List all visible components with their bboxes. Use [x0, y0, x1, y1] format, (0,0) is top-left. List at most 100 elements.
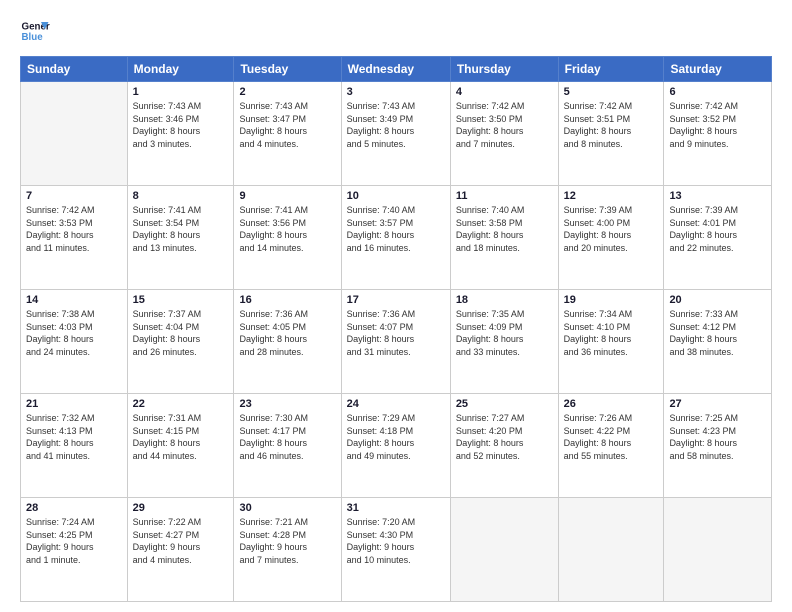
- weekday-tuesday: Tuesday: [234, 57, 341, 82]
- calendar-cell: 8Sunrise: 7:41 AM Sunset: 3:54 PM Daylig…: [127, 186, 234, 290]
- day-info: Sunrise: 7:30 AM Sunset: 4:17 PM Dayligh…: [239, 412, 335, 462]
- day-info: Sunrise: 7:21 AM Sunset: 4:28 PM Dayligh…: [239, 516, 335, 566]
- calendar-cell: 23 Sunrise: 7:30 AM Sunset: 4:17 PM Dayli…: [234, 394, 341, 498]
- calendar-cell: 9 Sunrise: 7:41 AM Sunset: 3:56 PM Daylig…: [234, 186, 341, 290]
- calendar-cell: [558, 498, 664, 602]
- day-number: 1: [133, 86, 229, 98]
- day-number: 19: [564, 294, 659, 306]
- calendar-cell: 5 Sunrise: 7:42 AM Sunset: 3:51 PM Daylig…: [558, 82, 664, 186]
- calendar-cell: 3Sunrise: 7:43 AM Sunset: 3:49 PM Daylig…: [341, 82, 450, 186]
- day-info: Sunrise: 7:42 AM Sunset: 3:52 PM Dayligh…: [669, 100, 766, 150]
- day-info: Sunrise: 7:41 AM Sunset: 3:56 PM Dayligh…: [239, 204, 335, 254]
- calendar-cell: 22 Sunrise: 7:31 AM Sunset: 4:15 PM Dayli…: [127, 394, 234, 498]
- day-info: Sunrise: 7:40 AM Sunset: 3:57 PM Dayligh…: [347, 204, 445, 254]
- calendar-cell: 18 Sunrise: 7:35 AM Sunset: 4:09 PM Dayli…: [450, 290, 558, 394]
- day-number: 13: [669, 190, 766, 202]
- calendar-cell: [21, 82, 128, 186]
- day-number: 18: [456, 294, 553, 306]
- calendar-cell: 11 Sunrise: 7:40 AM Sunset: 3:58 PM Dayli…: [450, 186, 558, 290]
- weekday-sunday: Sunday: [21, 57, 128, 82]
- day-number: 9: [239, 190, 335, 202]
- calendar-cell: 4Sunrise: 7:42 AM Sunset: 3:50 PM Daylig…: [450, 82, 558, 186]
- day-info: Sunrise: 7:42 AM Sunset: 3:51 PM Dayligh…: [564, 100, 659, 150]
- day-number: 3: [347, 86, 445, 98]
- calendar-cell: 19Sunrise: 7:34 AM Sunset: 4:10 PM Dayli…: [558, 290, 664, 394]
- calendar-cell: 16Sunrise: 7:36 AM Sunset: 4:05 PM Dayli…: [234, 290, 341, 394]
- calendar-cell: 29 Sunrise: 7:22 AM Sunset: 4:27 PM Dayli…: [127, 498, 234, 602]
- weekday-wednesday: Wednesday: [341, 57, 450, 82]
- logo-icon: General Blue: [20, 16, 50, 46]
- day-info: Sunrise: 7:39 AM Sunset: 4:01 PM Dayligh…: [669, 204, 766, 254]
- calendar-cell: 6 Sunrise: 7:42 AM Sunset: 3:52 PM Daylig…: [664, 82, 772, 186]
- day-info: Sunrise: 7:35 AM Sunset: 4:09 PM Dayligh…: [456, 308, 553, 358]
- day-info: Sunrise: 7:25 AM Sunset: 4:23 PM Dayligh…: [669, 412, 766, 462]
- day-number: 28: [26, 502, 122, 514]
- day-number: 20: [669, 294, 766, 306]
- day-info: Sunrise: 7:40 AM Sunset: 3:58 PM Dayligh…: [456, 204, 553, 254]
- calendar-cell: 20 Sunrise: 7:33 AM Sunset: 4:12 PM Dayli…: [664, 290, 772, 394]
- calendar-cell: 30 Sunrise: 7:21 AM Sunset: 4:28 PM Dayli…: [234, 498, 341, 602]
- day-number: 25: [456, 398, 553, 410]
- day-number: 6: [669, 86, 766, 98]
- day-number: 5: [564, 86, 659, 98]
- day-info: Sunrise: 7:20 AM Sunset: 4:30 PM Dayligh…: [347, 516, 445, 566]
- week-row-2: 7 Sunrise: 7:42 AM Sunset: 3:53 PM Daylig…: [21, 186, 772, 290]
- day-info: Sunrise: 7:39 AM Sunset: 4:00 PM Dayligh…: [564, 204, 659, 254]
- calendar-cell: 24Sunrise: 7:29 AM Sunset: 4:18 PM Dayli…: [341, 394, 450, 498]
- weekday-header-row: SundayMondayTuesdayWednesdayThursdayFrid…: [21, 57, 772, 82]
- day-number: 22: [133, 398, 229, 410]
- calendar-cell: 10 Sunrise: 7:40 AM Sunset: 3:57 PM Dayli…: [341, 186, 450, 290]
- calendar-cell: 25 Sunrise: 7:27 AM Sunset: 4:20 PM Dayli…: [450, 394, 558, 498]
- day-number: 30: [239, 502, 335, 514]
- day-number: 23: [239, 398, 335, 410]
- calendar-cell: [664, 498, 772, 602]
- header: General Blue: [20, 16, 772, 46]
- day-info: Sunrise: 7:37 AM Sunset: 4:04 PM Dayligh…: [133, 308, 229, 358]
- logo: General Blue: [20, 16, 50, 46]
- week-row-1: 1 Sunrise: 7:43 AM Sunset: 3:46 PM Daylig…: [21, 82, 772, 186]
- calendar-table: SundayMondayTuesdayWednesdayThursdayFrid…: [20, 56, 772, 602]
- calendar-cell: [450, 498, 558, 602]
- day-info: Sunrise: 7:42 AM Sunset: 3:50 PM Dayligh…: [456, 100, 553, 150]
- day-number: 7: [26, 190, 122, 202]
- day-info: Sunrise: 7:26 AM Sunset: 4:22 PM Dayligh…: [564, 412, 659, 462]
- calendar-cell: 7 Sunrise: 7:42 AM Sunset: 3:53 PM Daylig…: [21, 186, 128, 290]
- day-info: Sunrise: 7:24 AM Sunset: 4:25 PM Dayligh…: [26, 516, 122, 566]
- day-number: 16: [239, 294, 335, 306]
- calendar-cell: 13 Sunrise: 7:39 AM Sunset: 4:01 PM Dayli…: [664, 186, 772, 290]
- day-number: 29: [133, 502, 229, 514]
- day-info: Sunrise: 7:22 AM Sunset: 4:27 PM Dayligh…: [133, 516, 229, 566]
- calendar-cell: 15Sunrise: 7:37 AM Sunset: 4:04 PM Dayli…: [127, 290, 234, 394]
- weekday-friday: Friday: [558, 57, 664, 82]
- week-row-5: 28 Sunrise: 7:24 AM Sunset: 4:25 PM Dayli…: [21, 498, 772, 602]
- calendar-cell: 12Sunrise: 7:39 AM Sunset: 4:00 PM Dayli…: [558, 186, 664, 290]
- calendar-cell: 21Sunrise: 7:32 AM Sunset: 4:13 PM Dayli…: [21, 394, 128, 498]
- week-row-4: 21Sunrise: 7:32 AM Sunset: 4:13 PM Dayli…: [21, 394, 772, 498]
- day-info: Sunrise: 7:31 AM Sunset: 4:15 PM Dayligh…: [133, 412, 229, 462]
- calendar-cell: 17Sunrise: 7:36 AM Sunset: 4:07 PM Dayli…: [341, 290, 450, 394]
- day-info: Sunrise: 7:38 AM Sunset: 4:03 PM Dayligh…: [26, 308, 122, 358]
- day-number: 17: [347, 294, 445, 306]
- day-info: Sunrise: 7:33 AM Sunset: 4:12 PM Dayligh…: [669, 308, 766, 358]
- weekday-monday: Monday: [127, 57, 234, 82]
- day-info: Sunrise: 7:43 AM Sunset: 3:46 PM Dayligh…: [133, 100, 229, 150]
- svg-text:Blue: Blue: [22, 32, 44, 43]
- day-info: Sunrise: 7:27 AM Sunset: 4:20 PM Dayligh…: [456, 412, 553, 462]
- day-number: 2: [239, 86, 335, 98]
- day-number: 26: [564, 398, 659, 410]
- day-number: 31: [347, 502, 445, 514]
- day-number: 10: [347, 190, 445, 202]
- calendar-cell: 1 Sunrise: 7:43 AM Sunset: 3:46 PM Daylig…: [127, 82, 234, 186]
- calendar-cell: 14 Sunrise: 7:38 AM Sunset: 4:03 PM Dayli…: [21, 290, 128, 394]
- day-info: Sunrise: 7:29 AM Sunset: 4:18 PM Dayligh…: [347, 412, 445, 462]
- week-row-3: 14 Sunrise: 7:38 AM Sunset: 4:03 PM Dayli…: [21, 290, 772, 394]
- day-info: Sunrise: 7:42 AM Sunset: 3:53 PM Dayligh…: [26, 204, 122, 254]
- calendar-cell: 26 Sunrise: 7:26 AM Sunset: 4:22 PM Dayli…: [558, 394, 664, 498]
- day-info: Sunrise: 7:41 AM Sunset: 3:54 PM Dayligh…: [133, 204, 229, 254]
- day-number: 14: [26, 294, 122, 306]
- day-number: 21: [26, 398, 122, 410]
- day-number: 11: [456, 190, 553, 202]
- calendar-cell: 28 Sunrise: 7:24 AM Sunset: 4:25 PM Dayli…: [21, 498, 128, 602]
- calendar-cell: 31 Sunrise: 7:20 AM Sunset: 4:30 PM Dayli…: [341, 498, 450, 602]
- day-number: 27: [669, 398, 766, 410]
